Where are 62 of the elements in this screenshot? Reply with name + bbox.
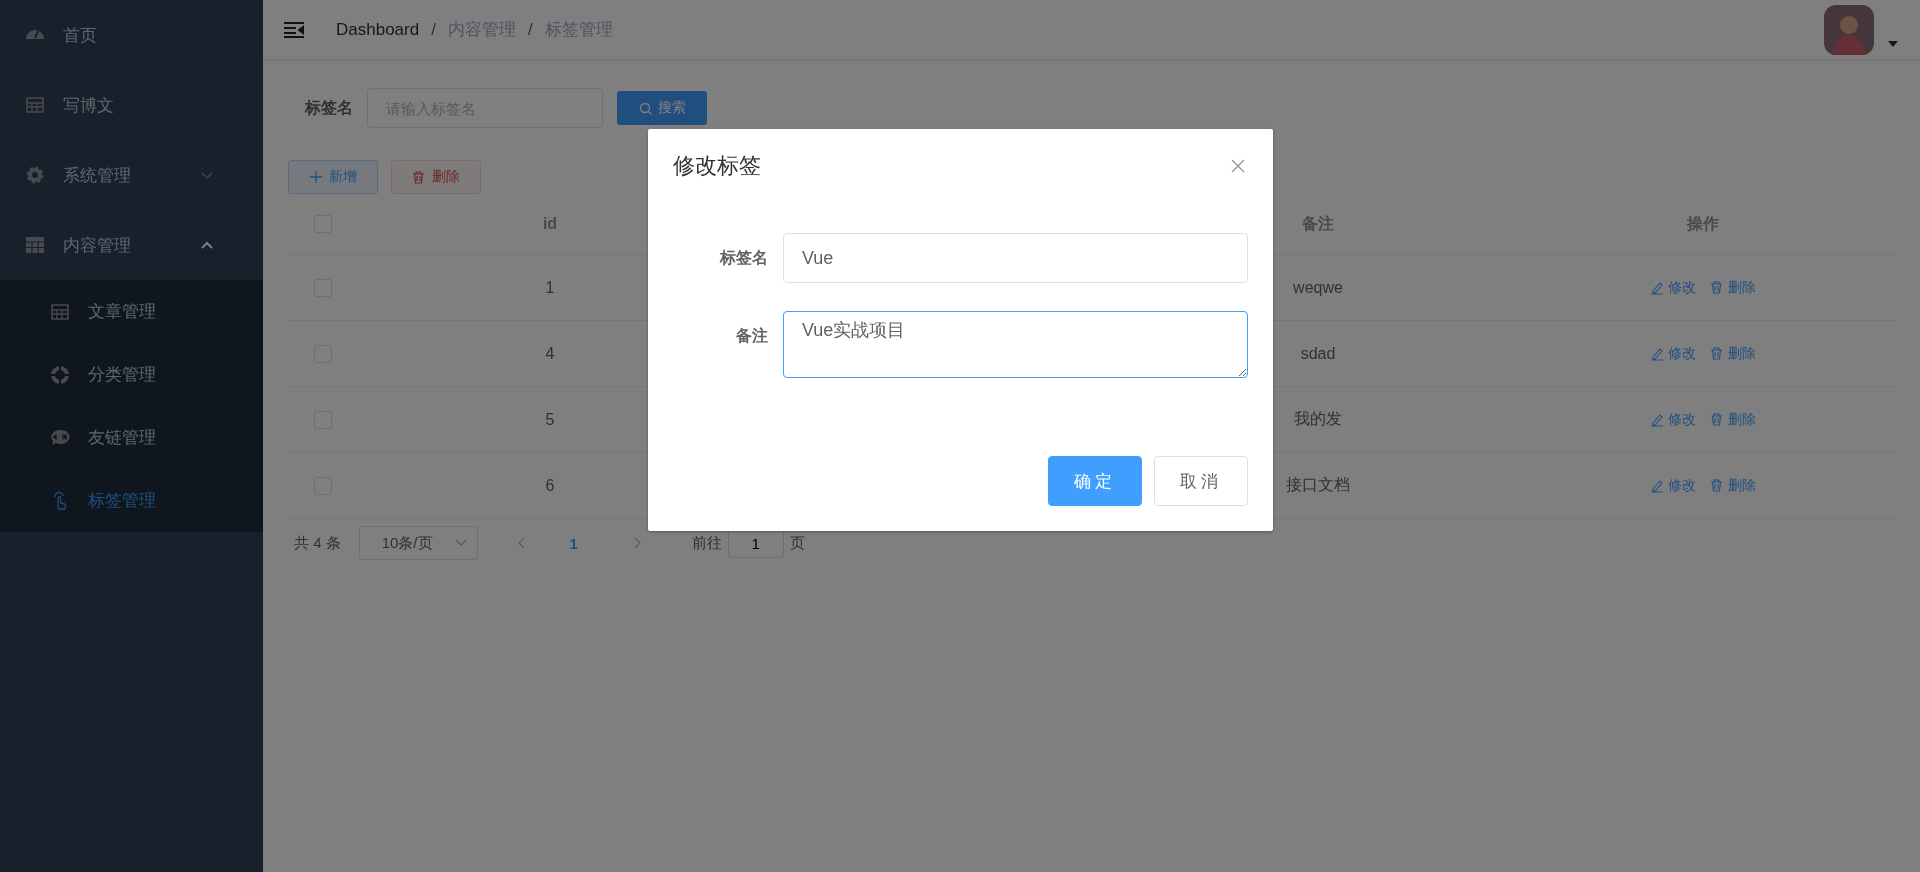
table-icon <box>25 95 45 115</box>
edit-link[interactable]: 修改 <box>1649 476 1696 495</box>
trash-icon <box>1709 413 1723 426</box>
table-cell: 4 <box>545 344 555 363</box>
delete-link[interactable]: 删除 <box>1709 278 1756 297</box>
breadcrumb-separator: / <box>431 19 436 40</box>
edit-link[interactable]: 修改 <box>1649 410 1696 429</box>
dialog-title: 修改标签 <box>673 152 761 180</box>
goto-label: 前往 <box>691 533 722 553</box>
pencil-icon <box>1649 346 1663 361</box>
table-cell-text: 我的发 <box>1294 409 1342 429</box>
page-suffix: 页 <box>789 533 805 553</box>
delete-link[interactable]: 删除 <box>1709 476 1756 495</box>
avatar[interactable] <box>1824 4 1874 55</box>
table-cell: 5 <box>545 410 555 429</box>
field-label: 标签名 <box>305 97 353 118</box>
table-cell: weqwe <box>1293 278 1343 297</box>
breadcrumb-separator: / <box>527 19 533 40</box>
menu-item[interactable]: 首页 <box>0 0 263 70</box>
pencil-icon <box>1649 412 1663 427</box>
confirm-button[interactable]: 确定 <box>1048 456 1142 506</box>
table-icon <box>50 301 70 322</box>
table-cell-text: 接口文档 <box>1286 475 1350 495</box>
pencil-icon <box>1649 280 1663 295</box>
table-cell: 6 <box>545 476 555 495</box>
chevron-left-icon <box>518 537 526 549</box>
delete-link[interactable]: 删除 <box>1709 410 1756 429</box>
edit-link[interactable]: 修改 <box>1649 278 1696 297</box>
page-number[interactable]: 1 <box>553 533 594 553</box>
table-cell: sdad <box>1300 344 1336 363</box>
input-field[interactable]: Vue <box>783 233 1248 283</box>
lifebuoy-icon <box>50 364 70 385</box>
search-button[interactable]: 搜索 <box>617 91 707 125</box>
trash-icon <box>412 170 425 184</box>
cancel-button[interactable]: 取消 <box>1154 456 1248 506</box>
trash-icon <box>1709 479 1723 492</box>
breadcrumb-item[interactable]: Dashboard <box>336 19 420 40</box>
close-icon[interactable] <box>1231 159 1245 173</box>
menu-item[interactable]: 内容管理 <box>0 210 263 280</box>
edit-link[interactable]: 修改 <box>1649 344 1696 363</box>
search-icon <box>638 101 652 115</box>
plus-icon <box>309 171 322 183</box>
menu-icon[interactable] <box>284 21 304 38</box>
speech-bubble-icon <box>50 427 70 448</box>
menu-item[interactable]: 写博文 <box>0 70 263 140</box>
delete-link[interactable]: 删除 <box>1709 344 1756 363</box>
pencil-icon <box>1649 478 1663 493</box>
gear-icon <box>25 165 45 185</box>
page-size-select[interactable]: 10条/页 <box>358 526 478 560</box>
chevron-right-icon <box>634 537 642 549</box>
table-cell: 1 <box>545 278 555 297</box>
caret-icon[interactable] <box>1888 40 1898 47</box>
add-button[interactable]: 新增 <box>288 160 378 194</box>
trash-icon <box>1709 347 1723 360</box>
total-count: 共 4 条 <box>294 533 341 553</box>
field-label: 备注 <box>735 326 769 346</box>
trash-icon <box>1709 281 1723 294</box>
menu-item[interactable]: 系统管理 <box>0 140 263 210</box>
chevron-down-icon <box>454 539 467 547</box>
grid-icon <box>25 235 45 255</box>
field-label: 标签名 <box>718 248 769 268</box>
text-area[interactable]: Vue实战项目 <box>783 311 1248 378</box>
